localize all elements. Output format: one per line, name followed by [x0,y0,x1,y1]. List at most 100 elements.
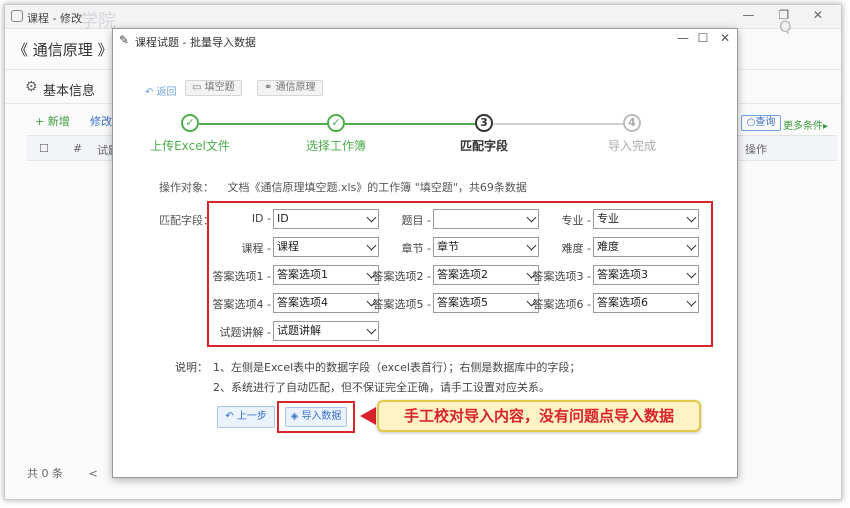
watermark: 学院 [80,11,116,32]
minimize-button[interactable]: — [675,31,691,45]
chevron-down-icon [526,240,537,251]
chevron-down-icon [526,212,537,223]
chevron-down-icon [366,324,377,335]
field-label: 难度 - [561,242,591,255]
callout-arrow-icon [360,407,376,425]
previous-step-button[interactable]: ↶ 上一步 [217,406,275,428]
field-label: 答案选项6 - [532,298,591,311]
field-select-value: 试题讲解 [277,324,321,337]
prev-page-icon[interactable]: < [89,467,98,480]
field-select[interactable]: 试题讲解 [273,321,379,341]
question-type-label: 填空题 [204,82,235,93]
notes-title: 说明： [175,361,208,374]
note-2: 2、系统进行了自动匹配，但不保证完全正确，请手工设置对应关系。 [213,381,550,394]
chevron-down-icon [366,212,377,223]
field-label: 专业 - [561,214,591,227]
previous-step-label: 上一步 [236,411,267,422]
note-1: 1、左侧是Excel表中的数据字段（excel表首行）；右侧是数据库中的字段； [213,361,581,374]
back-icon: ↶ [145,87,157,98]
step-4-label: 导入完成 [607,139,656,153]
field-select-value: 难度 [597,240,619,253]
operation-target: 操作对象： 文档《通信原理填空题.xls》的工作簿 "填空题"，共69条数据 [159,179,527,195]
field-select[interactable]: 答案选项3 [593,265,699,285]
field-select[interactable]: 章节 [433,237,539,257]
course-title: 《 通信原理 》 [13,41,113,59]
operation-target-text: 文档《通信原理填空题.xls》的工作簿 "填空题"，共69条数据 [227,181,527,194]
field-select-value: 答案选项4 [277,296,328,309]
course-icon: ⚭ [264,82,276,93]
gear-icon: ⚙ [25,79,38,95]
step-connector-1 [199,123,335,125]
step-connector-2 [345,123,481,125]
field-select[interactable]: 难度 [593,237,699,257]
dialog-titlebar: ✎ 课程试题 - 批量导入数据 — ☐ ✕ [113,29,737,51]
field-select[interactable]: 答案选项2 [433,265,539,285]
chevron-down-icon [686,212,697,223]
field-select-value: 答案选项3 [597,268,648,281]
field-label: 章节 - [401,242,431,255]
maximize-button[interactable]: ☐ [695,31,711,45]
field-select-value: 答案选项1 [277,268,328,281]
step-4-circle: 4 [623,114,641,132]
field-label: 题目 - [401,214,431,227]
field-label: 课程 - [241,242,271,255]
field-select[interactable]: 答案选项1 [273,265,379,285]
chevron-down-icon [686,296,697,307]
field-select[interactable]: 专业 [593,209,699,229]
step-1-check-icon: ✓ [181,114,199,132]
add-button[interactable]: + 新增 [35,113,70,129]
field-label: 试题讲解 - [219,326,271,339]
import-data-label: 导入数据 [301,411,342,422]
more-label: 更多条件 [783,121,823,132]
tab-basic-info[interactable]: 基本信息 [43,80,95,99]
step-3-label: 匹配字段 [459,139,508,153]
field-select[interactable]: 答案选项4 [273,293,379,313]
layers-icon: ◈ [290,411,302,422]
total-count: 共 0 条 [27,467,63,480]
frame-icon: ▭ [192,82,205,93]
course-tag: ⚭ 通信原理 [257,80,323,96]
back-arrow-icon: ↶ [225,411,237,422]
background-search-icon[interactable]: Q [779,17,792,36]
field-label: 答案选项3 - [532,270,591,283]
search-button[interactable]: ○查询 [741,115,781,131]
field-select[interactable]: 答案选项5 [433,293,539,313]
operation-target-label: 操作对象： [159,181,214,194]
search-label: 查询 [755,117,776,128]
back-label: 返回 [156,87,177,98]
field-select-value: 答案选项2 [437,268,488,281]
chevron-down-icon [686,268,697,279]
field-select-value: 答案选项6 [597,296,648,309]
step-3-circle: 3 [475,114,493,132]
step-connector-3 [493,123,629,125]
annotation-callout: 手工校对导入内容，没有问题点导入数据 [377,400,701,432]
step-2-label: 选择工作簿 [305,139,366,153]
field-select[interactable]: ID [273,209,379,229]
chevron-down-icon [686,240,697,251]
more-conditions-link[interactable]: 更多条件▸ [783,117,828,132]
field-select[interactable]: 答案选项6 [593,293,699,313]
column-num: # [73,142,83,155]
background-window-title: 课程 - 修改 [27,12,82,25]
back-link[interactable]: ↶ 返回 [145,83,177,98]
close-button[interactable]: ✕ [717,31,733,45]
chevron-down-icon [366,240,377,251]
app-logo-icon [11,10,23,22]
field-select-value: 章节 [437,240,459,253]
field-select-value: ID [277,212,289,225]
field-select-value: 专业 [597,212,619,225]
match-fields-label: 匹配字段： [159,214,214,227]
select-all-checkbox[interactable]: ☐ [39,142,49,155]
field-label: ID - [251,212,271,225]
import-highlight-box: ◈ 导入数据 [277,401,355,433]
column-operations: 操作 [745,143,767,156]
import-data-button[interactable]: ◈ 导入数据 [285,407,347,427]
field-label: 答案选项4 - [212,298,271,311]
step-1-label: 上传Excel文件 [150,139,230,153]
field-select[interactable] [433,209,539,229]
field-select[interactable]: 课程 [273,237,379,257]
field-label: 答案选项1 - [212,270,271,283]
edit-button[interactable]: 修改 [90,113,112,129]
field-label: 答案选项2 - [372,270,431,283]
background-titlebar: 课程 - 修改 学院 — ❐ ✕ [5,5,841,32]
